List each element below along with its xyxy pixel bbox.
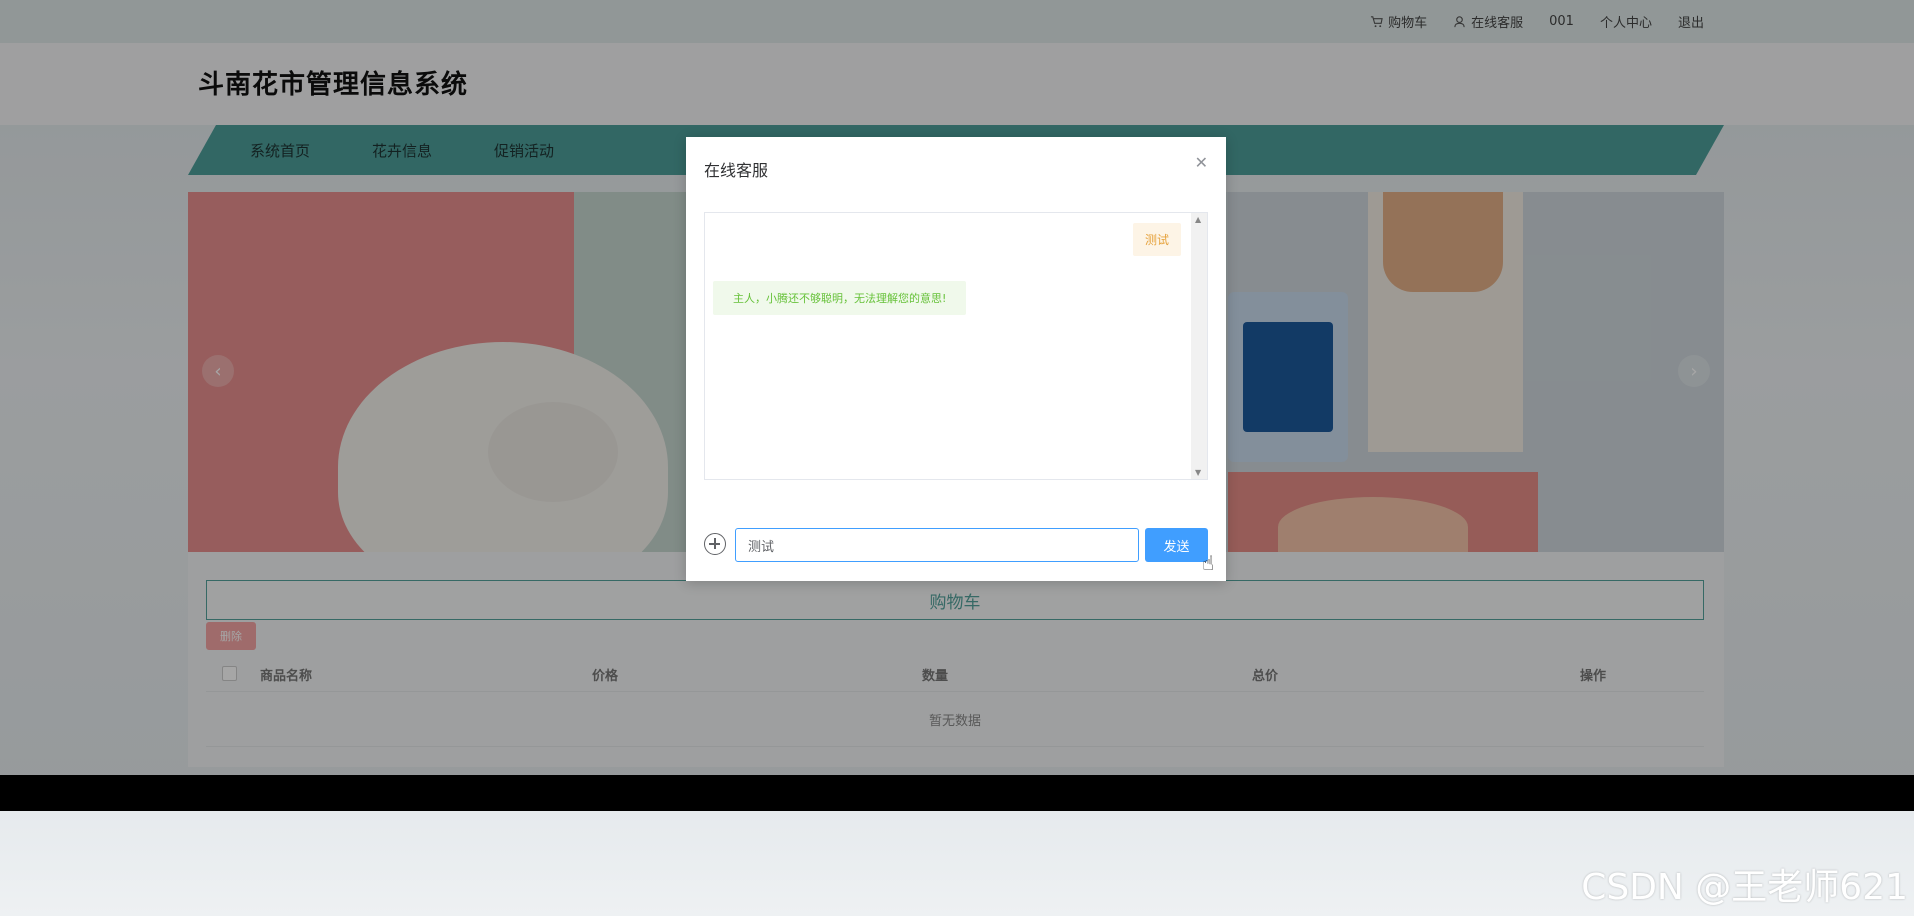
chat-input[interactable] (735, 528, 1139, 562)
scroll-up-icon[interactable]: ▲ (1195, 215, 1201, 224)
watermark: CSDN @王老师621 (1581, 867, 1908, 908)
user-message: 测试 (1132, 223, 1181, 256)
chat-history[interactable]: 测试 主人，小腾还不够聪明，无法理解您的意思! ▲ ▼ (704, 212, 1208, 480)
send-button[interactable]: 发送 (1145, 528, 1208, 562)
bot-message: 主人，小腾还不够聪明，无法理解您的意思! (713, 281, 967, 315)
dialog-title: 在线客服 (704, 161, 769, 180)
hand-cursor-icon: ☝ (1202, 551, 1215, 575)
plus-circle-icon[interactable] (704, 533, 726, 555)
chat-dialog: 在线客服 ✕ 测试 主人，小腾还不够聪明，无法理解您的意思! ▲ ▼ 发送 ☝ (686, 137, 1226, 581)
close-icon[interactable]: ✕ (1195, 153, 1208, 172)
black-bar (0, 775, 1914, 811)
scroll-down-icon[interactable]: ▼ (1195, 468, 1201, 477)
chat-scrollbar[interactable]: ▲ ▼ (1191, 213, 1207, 479)
